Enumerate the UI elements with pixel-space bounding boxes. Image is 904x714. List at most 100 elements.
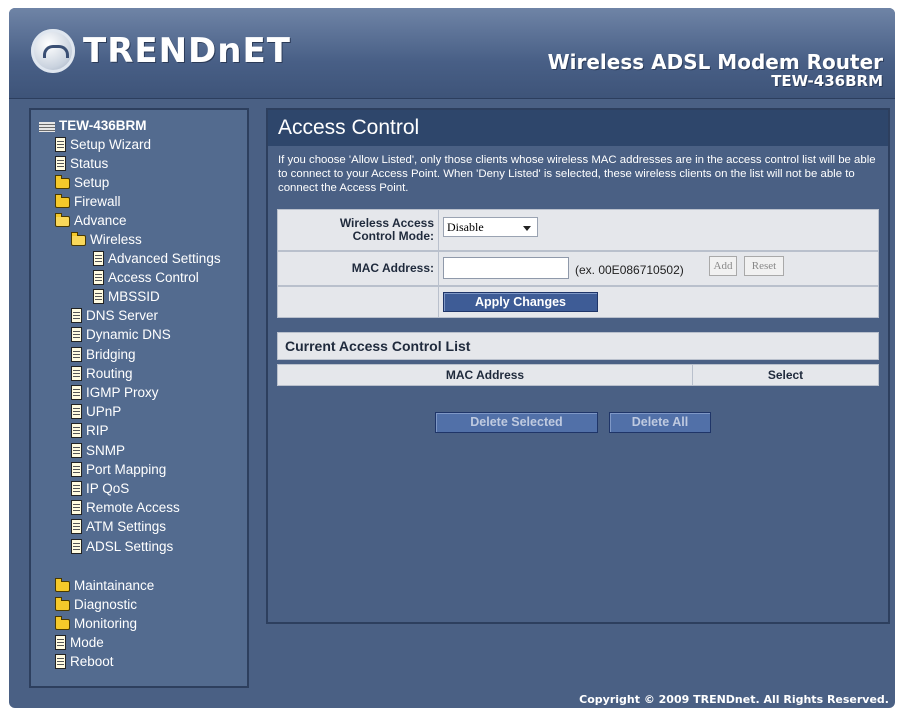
sidebar-item-label: Monitoring — [74, 615, 138, 631]
sidebar-item-label: Port Mapping — [86, 461, 167, 477]
sidebar-item-label: ADSL Settings — [86, 538, 174, 554]
page-icon — [71, 307, 82, 323]
sidebar-item-mbssid[interactable]: MBSSID — [93, 287, 160, 305]
sidebar-item-label: Advance — [74, 212, 127, 228]
page-icon — [71, 403, 82, 419]
sidebar-item-reboot[interactable]: Reboot — [55, 652, 114, 670]
sidebar-item-rip[interactable]: RIP — [71, 421, 109, 439]
sidebar-item-advanced-settings[interactable]: Advanced Settings — [93, 249, 221, 267]
sidebar-item-label: SNMP — [86, 442, 126, 458]
sidebar-item-label: Access Control — [108, 269, 199, 285]
mode-select-value: Disable — [447, 220, 484, 234]
main-panel: Access Control If you choose 'Allow List… — [266, 108, 890, 624]
page-title: Access Control — [268, 110, 888, 146]
apply-changes-button[interactable]: Apply Changes — [443, 292, 598, 312]
trendnet-logo-icon — [31, 29, 75, 73]
folder-icon — [55, 577, 70, 592]
sidebar-item-setup-wizard[interactable]: Setup Wizard — [55, 135, 151, 153]
page-icon — [55, 653, 66, 669]
mac-address-input[interactable] — [443, 257, 569, 279]
sidebar-item-diagnostic[interactable]: Diagnostic — [55, 595, 137, 613]
sidebar-item-label: Bridging — [86, 346, 136, 362]
chevron-down-icon — [523, 226, 531, 231]
tree-root[interactable]: TEW-436BRM — [39, 116, 147, 134]
sidebar-item-wireless[interactable]: Wireless — [71, 230, 142, 248]
sidebar-item-label: MBSSID — [108, 288, 160, 304]
mode-select[interactable]: Disable — [443, 217, 538, 237]
folder-icon — [55, 596, 70, 611]
sidebar-item-mode[interactable]: Mode — [55, 633, 104, 651]
column-mac-address: MAC Address — [278, 365, 693, 385]
sidebar-item-adsl-settings[interactable]: ADSL Settings — [71, 537, 173, 555]
apply-row: Apply Changes — [277, 286, 879, 318]
page-icon — [71, 442, 82, 458]
sidebar-item-status[interactable]: Status — [55, 154, 108, 172]
page-icon — [55, 155, 66, 171]
folder-open-icon — [71, 231, 86, 246]
sidebar-item-label: IGMP Proxy — [86, 384, 159, 400]
sidebar-item-label: Firewall — [74, 193, 121, 209]
sidebar-item-label: Setup Wizard — [70, 136, 152, 152]
folder-icon — [55, 193, 70, 208]
sidebar-item-snmp[interactable]: SNMP — [71, 441, 125, 459]
sidebar-item-label: DNS Server — [86, 307, 159, 323]
sidebar-item-label: Advanced Settings — [108, 250, 221, 266]
sidebar-item-firewall[interactable]: Firewall — [55, 192, 121, 210]
folder-icon — [55, 615, 70, 630]
page-icon — [71, 326, 82, 342]
sidebar-item-label: Remote Access — [86, 499, 180, 515]
sidebar-item-ip-qos[interactable]: IP QoS — [71, 479, 129, 497]
product-title: Wireless ADSL Modem Router — [547, 50, 883, 74]
sidebar-item-routing[interactable]: Routing — [71, 364, 133, 382]
folder-icon — [55, 174, 70, 189]
sidebar-item-setup[interactable]: Setup — [55, 173, 109, 191]
sidebar-item-igmp-proxy[interactable]: IGMP Proxy — [71, 383, 159, 401]
header-banner: TRENDnET Wireless ADSL Modem Router TEW-… — [9, 8, 895, 99]
delete-all-button[interactable]: Delete All — [609, 412, 711, 433]
add-button[interactable]: Add — [709, 256, 737, 276]
sidebar-item-label: Status — [70, 155, 109, 171]
sidebar-item-dynamic-dns[interactable]: Dynamic DNS — [71, 325, 171, 343]
sidebar-item-advance[interactable]: Advance — [55, 211, 127, 229]
delete-selected-button[interactable]: Delete Selected — [435, 412, 598, 433]
access-list-header: MAC Address Select — [277, 364, 879, 386]
reset-button[interactable]: Reset — [744, 256, 784, 276]
access-list-title: Current Access Control List — [277, 332, 879, 360]
brand-logo: TRENDnET — [31, 28, 291, 74]
page-icon — [55, 634, 66, 650]
page-icon — [55, 136, 66, 152]
sidebar-item-label: Setup — [74, 174, 110, 190]
sidebar-item-remote-access[interactable]: Remote Access — [71, 498, 180, 516]
page-icon — [71, 499, 82, 515]
sidebar-item-label: Reboot — [70, 653, 114, 669]
sidebar-item-label: Dynamic DNS — [86, 326, 171, 342]
sidebar-item-bridging[interactable]: Bridging — [71, 345, 136, 363]
page-icon — [71, 365, 82, 381]
sidebar-item-access-control[interactable]: Access Control — [93, 268, 199, 286]
product-model: TEW-436BRM — [771, 72, 883, 90]
navigation-tree: TEW-436BRM Setup Wizard Status Setup Firewa… — [29, 108, 249, 688]
sidebar-item-label: RIP — [86, 422, 109, 438]
sidebar-item-port-mapping[interactable]: Port Mapping — [71, 460, 166, 478]
page-icon — [71, 384, 82, 400]
mac-hint: (ex. 00E086710502) — [575, 263, 684, 277]
column-select: Select — [767, 368, 804, 382]
sidebar-item-label: Mode — [70, 634, 104, 650]
mode-label: Wireless Access Control Mode: — [278, 210, 439, 250]
page-description: If you choose 'Allow Listed', only those… — [278, 154, 876, 194]
page-icon — [93, 250, 104, 266]
sidebar-item-atm-settings[interactable]: ATM Settings — [71, 517, 166, 535]
sidebar-item-label: Routing — [86, 365, 133, 381]
sidebar-item-dns-server[interactable]: DNS Server — [71, 306, 158, 324]
sidebar-item-upnp[interactable]: UPnP — [71, 402, 121, 420]
mac-label: MAC Address: — [278, 252, 439, 285]
sidebar-item-label: ATM Settings — [86, 518, 167, 534]
copyright-text: Copyright © 2009 TRENDnet. All Rights Re… — [579, 693, 889, 706]
sidebar-item-maintainance[interactable]: Maintainance — [55, 576, 154, 594]
mac-row: MAC Address: (ex. 00E086710502) Add Rese… — [277, 251, 879, 286]
sidebar-item-monitoring[interactable]: Monitoring — [55, 614, 137, 632]
sidebar-item-label: UPnP — [86, 403, 122, 419]
page-icon — [71, 538, 82, 554]
sidebar-item-label: Diagnostic — [74, 596, 138, 612]
page-icon — [71, 461, 82, 477]
